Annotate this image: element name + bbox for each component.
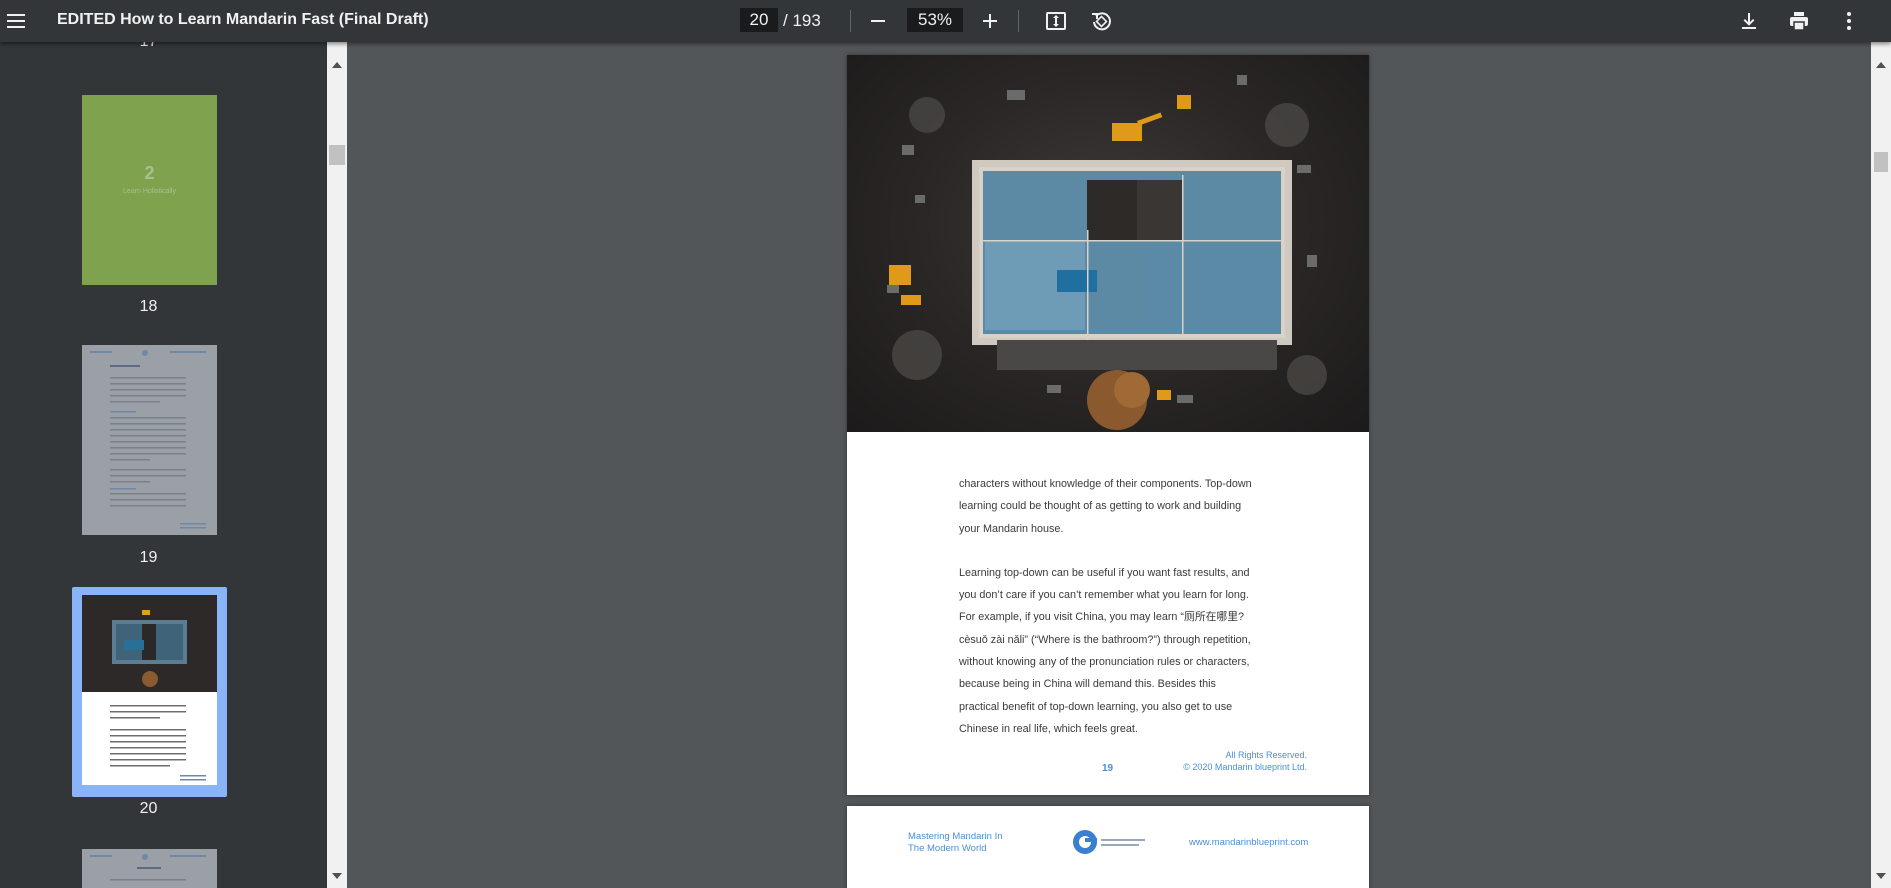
thumbnail-page-21[interactable] (82, 849, 217, 888)
page-number-input[interactable] (740, 8, 778, 32)
thumbnail-page-20[interactable] (82, 595, 217, 785)
document-scrollbar-thumb[interactable] (1874, 152, 1888, 172)
copyright-line: © 2020 Mandarin blueprint Ltd. (1183, 762, 1307, 772)
toolbar-divider (850, 10, 851, 32)
page-header-left: Mastering Mandarin In The Modern World (908, 831, 1003, 854)
document-viewport: characters without knowledge of their co… (347, 42, 1871, 888)
thumbnail-preview (90, 854, 206, 881)
zoom-out-icon[interactable] (866, 9, 890, 33)
scroll-up-arrow-icon[interactable] (332, 62, 342, 68)
thumbnail-page-19[interactable] (82, 345, 217, 535)
thumbnail-label: 18 (139, 298, 158, 315)
zoom-level-input[interactable] (907, 8, 963, 32)
thumbnail-label: 20 (139, 800, 158, 817)
thumbnail-sidebar: 17 2 Learn Holistically 18 (0, 42, 327, 888)
rotate-icon[interactable] (1089, 9, 1113, 33)
thumbnail-label: 19 (139, 549, 158, 566)
mandarin-blueprint-logo (1071, 828, 1151, 856)
sidebar-scrollbar-thumb[interactable] (329, 145, 345, 165)
thumbnail-preview (90, 350, 206, 529)
print-icon[interactable] (1787, 9, 1811, 33)
paragraph: Learning top-down can be useful if you w… (959, 566, 1251, 735)
toolbar-divider (1018, 10, 1019, 32)
logo-icon (1073, 830, 1145, 854)
pdf-page-20: characters without knowledge of their co… (847, 55, 1369, 795)
rights-line: All Rights Reserved. (1225, 750, 1307, 760)
download-icon[interactable] (1737, 9, 1761, 33)
paragraph: characters without knowledge of their co… (959, 478, 1252, 535)
thumbnail-preview (82, 595, 217, 781)
construction-site-photo (847, 55, 1369, 432)
more-options-icon[interactable] (1837, 9, 1861, 33)
thumbnail-page-18[interactable]: 2 Learn Holistically (82, 95, 217, 285)
document-title: EDITED How to Learn Mandarin Fast (Final… (57, 11, 429, 28)
page-header-right: www.mandarinblueprint.com (1189, 837, 1309, 848)
thumbnail-label: 17 (0, 42, 297, 54)
scroll-down-arrow-icon[interactable] (1876, 873, 1886, 879)
chapter-number: 2 (144, 163, 155, 183)
zoom-in-icon[interactable] (978, 9, 1002, 33)
copyright-footer: All Rights Reserved. © 2020 Mandarin blu… (1183, 749, 1307, 773)
document-scrollbar[interactable] (1871, 42, 1891, 888)
chapter-title: Learn Holistically (123, 188, 176, 195)
page-total: / 193 (783, 11, 821, 30)
page-body-text: characters without knowledge of their co… (959, 473, 1259, 762)
page-number: 19 (1102, 763, 1114, 774)
scroll-down-arrow-icon[interactable] (332, 873, 342, 879)
sidebar-scrollbar[interactable] (327, 42, 347, 888)
pdf-toolbar: EDITED How to Learn Mandarin Fast (Final… (0, 0, 1891, 42)
pdf-page-21: Mastering Mandarin In The Modern World w… (847, 806, 1369, 888)
scroll-up-arrow-icon[interactable] (1876, 62, 1886, 68)
menu-icon[interactable] (4, 9, 28, 33)
fit-to-page-icon[interactable] (1044, 9, 1068, 33)
